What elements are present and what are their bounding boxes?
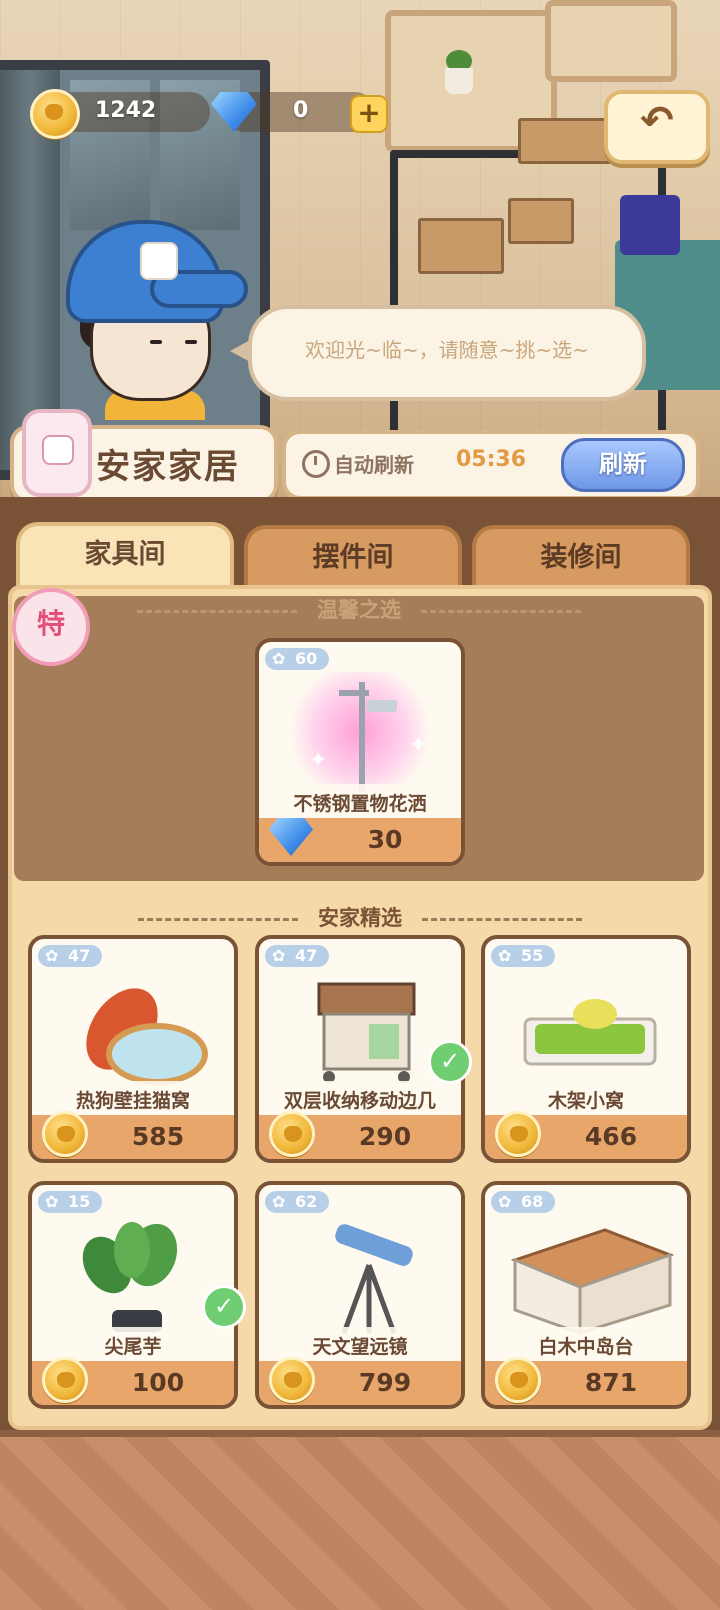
price-bar: 871 bbox=[485, 1357, 687, 1405]
refresh-countdown: 05:36 bbox=[456, 447, 527, 472]
shopkeeper-character[interactable] bbox=[60, 220, 248, 420]
item-price: 100 bbox=[131, 1368, 185, 1397]
level-badge: 62 bbox=[265, 1191, 330, 1213]
price-bar: 30 bbox=[259, 818, 461, 862]
refresh-button[interactable]: 刷新 bbox=[561, 438, 685, 492]
hotdog-cat-bed-image bbox=[52, 969, 214, 1089]
price-bar: 290 bbox=[259, 1111, 461, 1159]
shower-icon: ✦ ✦ bbox=[309, 682, 427, 792]
featured-item-card[interactable]: 60 ✦ ✦ 不锈钢置物花洒 30 bbox=[255, 638, 465, 866]
refresh-bar: 自动刷新 05:36 刷新 bbox=[282, 430, 700, 500]
side-table-icon bbox=[317, 982, 416, 1083]
level-badge: 68 bbox=[491, 1191, 556, 1213]
coin-counter: 1242 bbox=[30, 89, 210, 139]
owned-check-icon: ✓ bbox=[428, 1040, 472, 1084]
basket bbox=[518, 118, 614, 164]
auto-refresh-label: 自动刷新 bbox=[334, 453, 414, 477]
owned-check-icon: ✓ bbox=[202, 1285, 246, 1329]
shopkeeper-eye bbox=[185, 340, 197, 344]
price-bar: 466 bbox=[485, 1111, 687, 1159]
level-badge: 60 bbox=[265, 648, 330, 670]
plant-icon bbox=[82, 1222, 178, 1332]
kitchen-island-icon bbox=[510, 1228, 675, 1336]
coin-icon bbox=[495, 1357, 541, 1403]
coin-icon bbox=[495, 1111, 541, 1157]
price-bar: 799 bbox=[259, 1357, 461, 1405]
price-bar: 585 bbox=[32, 1111, 234, 1159]
wooden-bed-image bbox=[505, 969, 667, 1089]
item-price: 799 bbox=[358, 1368, 412, 1397]
coin-icon bbox=[30, 89, 80, 139]
back-button[interactable]: ↶ bbox=[604, 90, 710, 164]
shop-item-card[interactable]: 68 白木中岛台 871 bbox=[481, 1181, 691, 1409]
shopkeeper-eye bbox=[150, 340, 162, 344]
divider bbox=[422, 917, 582, 921]
telescope-image bbox=[279, 1215, 441, 1335]
toy-box bbox=[620, 195, 680, 255]
svg-text:✦: ✦ bbox=[309, 748, 327, 773]
gem-amount: 0 bbox=[293, 98, 309, 123]
coin-icon bbox=[269, 1111, 315, 1157]
shop-item-card[interactable]: 47 热狗壁挂猫窝 585 bbox=[28, 935, 238, 1163]
bunny-logo-icon bbox=[22, 409, 92, 497]
level-badge: 47 bbox=[38, 945, 103, 967]
featured-title-text: 温馨之选 bbox=[317, 598, 401, 622]
item-price: 585 bbox=[131, 1122, 185, 1151]
item-price: 871 bbox=[584, 1368, 638, 1397]
divider bbox=[138, 917, 298, 921]
cardboard-box bbox=[418, 218, 504, 274]
telescope-icon bbox=[335, 1224, 413, 1334]
divider bbox=[137, 609, 297, 613]
cat-bed-icon bbox=[86, 988, 208, 1085]
shop-name-plate: 安家家居 bbox=[10, 409, 278, 503]
tab-furniture[interactable]: 家具间 bbox=[16, 522, 234, 592]
selection-title: 安家精选 bbox=[0, 902, 720, 932]
svg-text:✦: ✦ bbox=[409, 733, 427, 758]
level-badge: 55 bbox=[491, 945, 556, 967]
shop-title: 安家家居 bbox=[96, 447, 240, 487]
pet-bed-icon bbox=[523, 999, 657, 1066]
level-badge: 47 bbox=[265, 945, 330, 967]
tab-decoration[interactable]: 装修间 bbox=[472, 525, 690, 591]
npc-speech-bubble: 欢迎光~临~，请随意~挑~选~ bbox=[230, 305, 646, 401]
clock-icon bbox=[302, 450, 330, 478]
side-table-image bbox=[279, 969, 441, 1089]
add-gems-button[interactable]: + bbox=[350, 95, 388, 133]
divider bbox=[421, 609, 581, 613]
gem-icon bbox=[269, 818, 313, 856]
coin-icon bbox=[42, 1357, 88, 1403]
floor-pattern bbox=[0, 1437, 720, 1610]
back-arrow-icon: ↶ bbox=[640, 98, 674, 144]
price-bar: 100 bbox=[32, 1357, 234, 1405]
level-badge: 15 bbox=[38, 1191, 103, 1213]
special-badge: 特 bbox=[12, 588, 90, 666]
shop-item-card[interactable]: 55 木架小窝 466 bbox=[481, 935, 691, 1163]
item-price: 290 bbox=[358, 1122, 412, 1151]
item-price: 30 bbox=[367, 825, 403, 854]
item-price: 466 bbox=[584, 1122, 638, 1151]
cardboard-box bbox=[508, 198, 574, 244]
featured-title: 温馨之选 bbox=[14, 594, 704, 624]
coin-icon bbox=[42, 1111, 88, 1157]
selection-title-text: 安家精选 bbox=[318, 906, 402, 930]
bunny-badge-icon bbox=[140, 242, 178, 280]
alocasia-plant-image bbox=[52, 1215, 214, 1335]
tab-ornaments[interactable]: 摆件间 bbox=[244, 525, 462, 591]
shop-item-card[interactable]: 62 天文望远镜 799 bbox=[255, 1181, 465, 1409]
coin-icon bbox=[269, 1357, 315, 1403]
coin-amount: 1242 bbox=[95, 98, 157, 123]
kitchen-island-image bbox=[505, 1215, 675, 1336]
wall-shelf bbox=[545, 0, 677, 82]
plant-pot bbox=[445, 68, 473, 94]
shower-item-image: ✦ ✦ bbox=[279, 672, 441, 792]
